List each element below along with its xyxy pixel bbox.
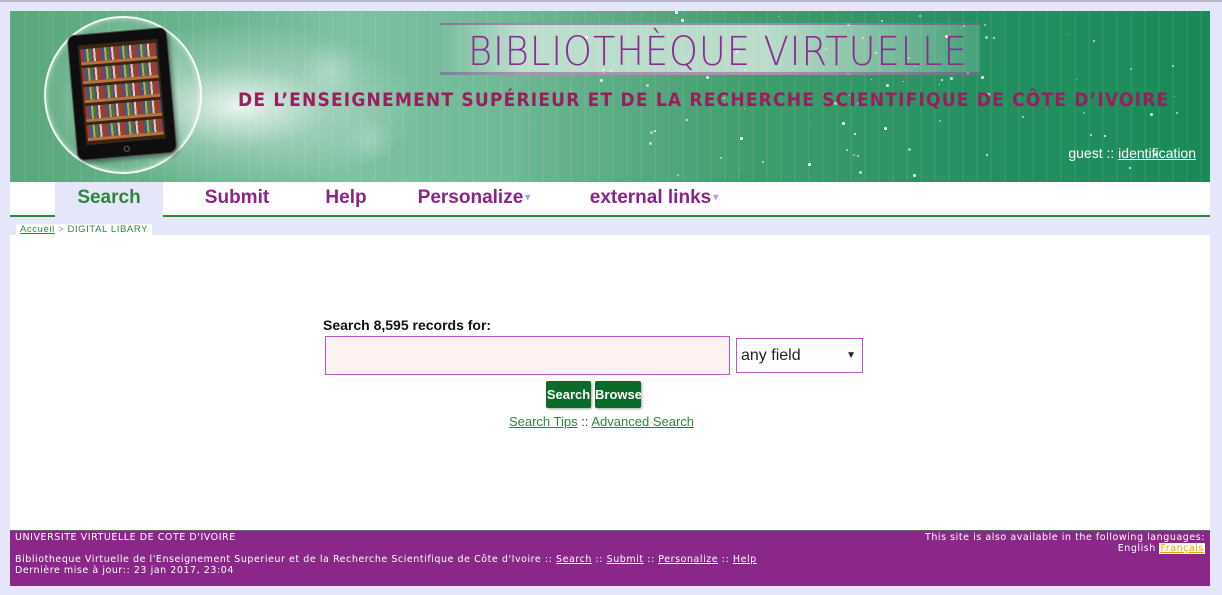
- main-content: Search 8,595 records for: any field ▼ Se…: [10, 235, 1210, 530]
- nav-tab-external-links[interactable]: external links ▾: [580, 182, 728, 217]
- username: guest: [1068, 145, 1103, 161]
- sparkle-dot: [902, 80, 904, 82]
- footer-link-submit[interactable]: Submit: [607, 554, 644, 565]
- dropdown-arrow-icon: ▼: [846, 350, 856, 361]
- search-links: Search Tips :: Advanced Search: [10, 414, 1193, 429]
- nav-tab-submit[interactable]: Submit: [186, 182, 288, 217]
- nav-tab-label: Help: [325, 187, 367, 208]
- nav-tab-label: external links: [589, 187, 712, 208]
- sparkle-dot: [984, 23, 987, 26]
- nav-tab-label: Search: [77, 187, 141, 208]
- identification-link[interactable]: identification: [1118, 145, 1196, 161]
- breadcrumb-separator: >: [58, 224, 65, 235]
- search-field-select[interactable]: any field ▼: [736, 338, 863, 373]
- sparkle-dot: [648, 141, 652, 145]
- footer-link-help[interactable]: Help: [733, 554, 757, 565]
- search-field-selected: any field: [741, 347, 801, 364]
- footer-separator: ::: [647, 554, 655, 565]
- search-button[interactable]: Search: [546, 381, 591, 408]
- sparkle-dot: [858, 170, 862, 174]
- footer-languages: This site is also available in the follo…: [925, 532, 1205, 554]
- footer-site-name: Bibliotheque Virtuelle de l'Enseignement…: [15, 554, 542, 565]
- main-nav: Search Submit Help Personalize ▾ external…: [10, 182, 1210, 219]
- login-separator: ::: [1106, 145, 1115, 161]
- language-francais[interactable]: Français: [1159, 543, 1205, 554]
- chevron-down-icon: ▾: [525, 192, 531, 203]
- search-input[interactable]: [325, 336, 730, 375]
- footer-link-search[interactable]: Search: [556, 554, 592, 565]
- footer-separator: ::: [721, 554, 730, 565]
- nav-tab-search[interactable]: Search: [55, 182, 163, 219]
- links-separator: ::: [581, 414, 589, 429]
- sparkle-dot: [738, 168, 740, 170]
- languages-label: This site is also available in the follo…: [924, 532, 1205, 543]
- last-update-label: Dernière mise à jour::: [15, 565, 131, 576]
- footer-last-update: Dernière mise à jour:: 23 jan 2017, 23:0…: [15, 565, 757, 576]
- site-subtitle: DE L’ENSEIGNEMENT SUPÉRIEUR ET DE LA REC…: [238, 89, 1170, 111]
- breadcrumb: Accueil > DIGITAL LIBARY: [16, 224, 153, 235]
- footer-separator: ::: [544, 554, 553, 565]
- advanced-search-link[interactable]: Advanced Search: [591, 414, 694, 429]
- search-tips-link[interactable]: Search Tips: [509, 414, 578, 429]
- sparkle-dot: [1068, 33, 1070, 35]
- sparkle-dot: [1129, 67, 1132, 70]
- breadcrumb-current: DIGITAL LIBARY: [67, 224, 149, 235]
- sparkle-dot: [1149, 113, 1153, 117]
- tablet-bookshelf-icon: [66, 26, 178, 162]
- header-banner: BIBLIOTHÈQUE VIRTUELLE DE L’ENSEIGNEMENT…: [10, 11, 1210, 182]
- nav-tab-personalize[interactable]: Personalize ▾: [408, 182, 540, 217]
- footer-link-personalize[interactable]: Personalize: [658, 554, 718, 565]
- footer: UNIVERSITE VIRTUELLE DE COTE D'IVOIRE Bi…: [10, 530, 1210, 586]
- user-login-area: guest :: identification: [1068, 145, 1196, 161]
- footer-site-line: Bibliotheque Virtuelle de l'Enseignement…: [15, 554, 757, 565]
- site-title-bar: BIBLIOTHÈQUE VIRTUELLE: [440, 23, 980, 75]
- footer-org: UNIVERSITE VIRTUELLE DE COTE D'IVOIRE: [15, 532, 236, 543]
- sparkle-dot: [705, 75, 709, 79]
- nav-tab-label: Personalize: [417, 187, 524, 208]
- nav-tab-help[interactable]: Help: [310, 182, 382, 217]
- last-update-value: 23 jan 2017, 23:04: [133, 565, 234, 576]
- sparkle-dot: [980, 75, 984, 79]
- language-english[interactable]: English: [1118, 543, 1156, 554]
- breadcrumb-home-link[interactable]: Accueil: [20, 224, 55, 235]
- search-label: Search 8,595 records for:: [323, 317, 492, 333]
- sparkle-dot: [1175, 111, 1178, 114]
- footer-separator: ::: [595, 554, 604, 565]
- sparkle-dot: [881, 19, 884, 22]
- browse-button[interactable]: Browse: [595, 381, 642, 408]
- sparkle-dot: [1075, 78, 1077, 80]
- footer-left: UNIVERSITE VIRTUELLE DE COTE D'IVOIRE Bi…: [15, 532, 757, 576]
- chevron-down-icon: ▾: [713, 192, 719, 203]
- site-title: BIBLIOTHÈQUE VIRTUELLE: [468, 29, 968, 75]
- sparkle-dot: [883, 126, 887, 130]
- sparkle-dot: [939, 83, 941, 85]
- sparkle-dot: [1171, 64, 1174, 67]
- nav-tab-label: Submit: [204, 187, 270, 208]
